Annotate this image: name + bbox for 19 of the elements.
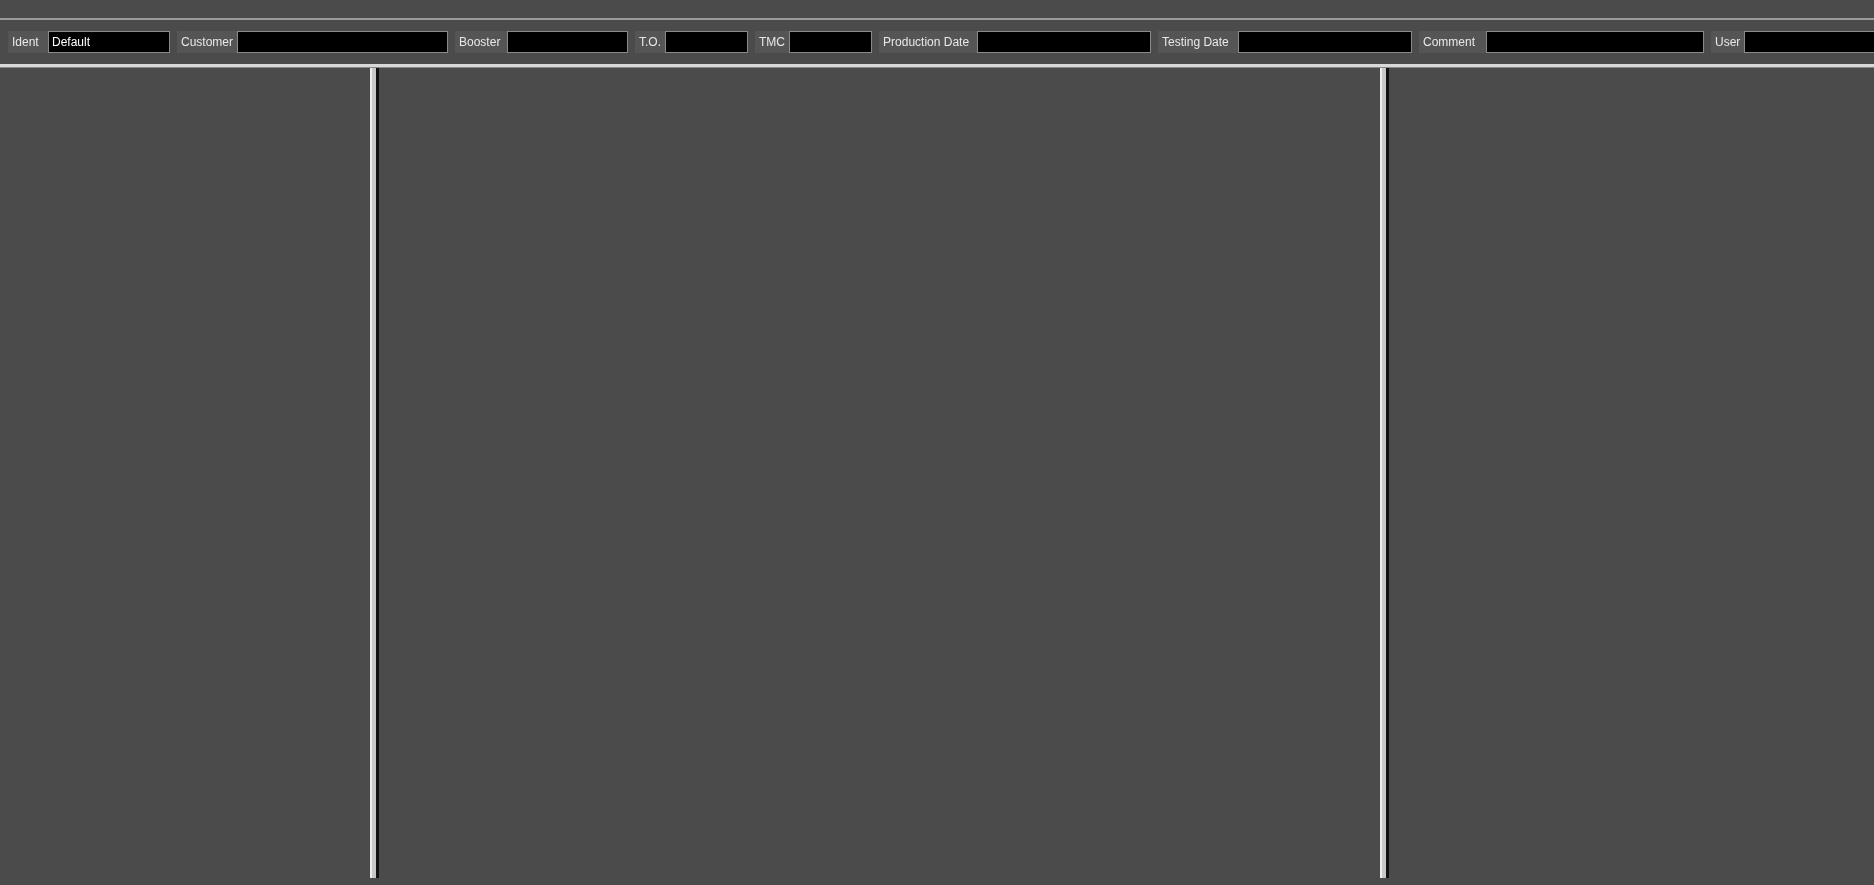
input-field[interactable] bbox=[1486, 31, 1705, 53]
field-label: Customer bbox=[177, 31, 237, 53]
field-label: Testing Date bbox=[1158, 31, 1239, 53]
field-label: TMC bbox=[755, 31, 790, 53]
field-label: User bbox=[1711, 31, 1745, 53]
input-field[interactable]: Default bbox=[48, 31, 170, 53]
field-label: Comment bbox=[1419, 31, 1487, 53]
input-field[interactable] bbox=[977, 31, 1152, 53]
input-field[interactable] bbox=[507, 31, 628, 53]
splitter-handle[interactable] bbox=[1380, 68, 1389, 878]
field-label: Ident bbox=[8, 31, 48, 53]
field-label: Production Date bbox=[879, 31, 978, 53]
input-field[interactable] bbox=[1238, 31, 1413, 53]
splitter-handle[interactable] bbox=[370, 68, 379, 878]
input-field[interactable] bbox=[789, 31, 873, 53]
input-field[interactable] bbox=[665, 31, 749, 53]
field-label: T.O. bbox=[635, 31, 666, 53]
input-field[interactable] bbox=[237, 31, 448, 53]
field-label: Booster bbox=[455, 31, 507, 53]
